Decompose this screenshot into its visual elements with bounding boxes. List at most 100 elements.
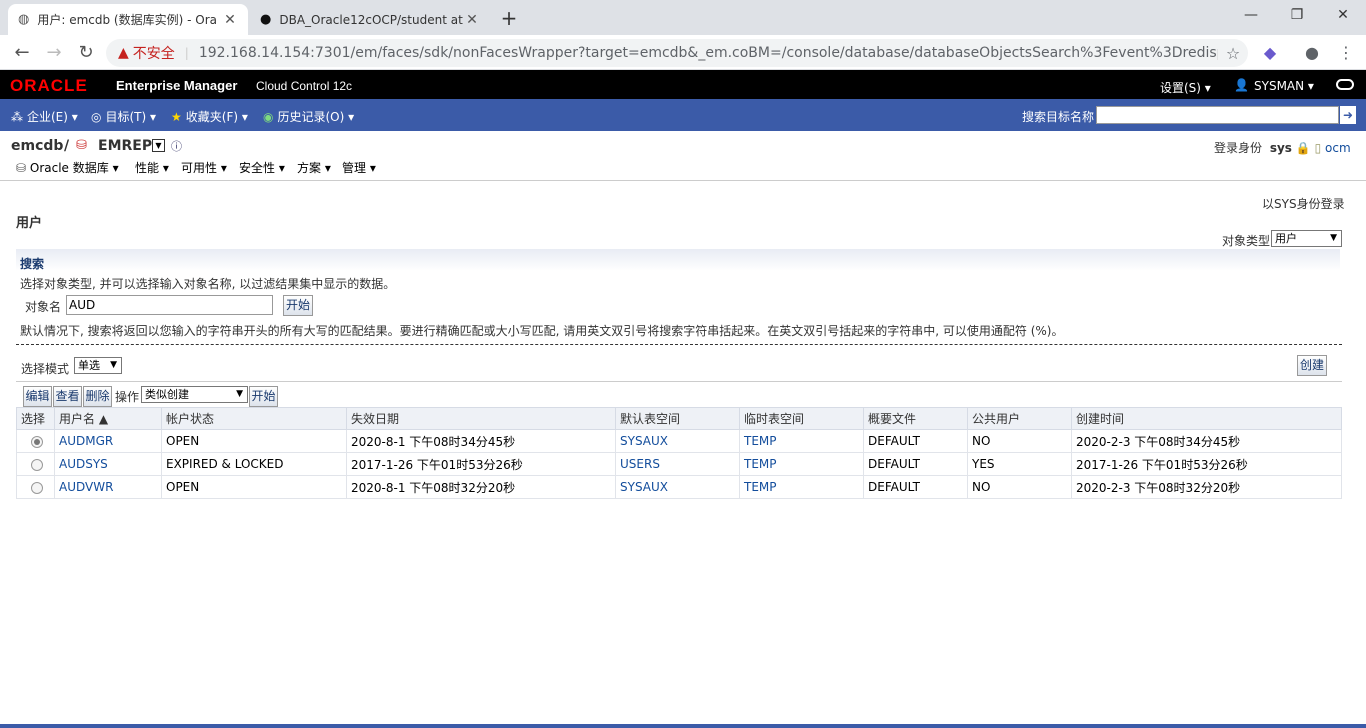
actions-value: 类似创建 [145, 388, 189, 401]
tab-github[interactable]: ● DBA_Oracle12cOCP/student at ✕ [250, 4, 490, 35]
url-text[interactable]: 192.168.14.154:7301/em/faces/sdk/nonFace… [199, 45, 1218, 61]
object-type-select[interactable]: 用户 ▼ [1271, 230, 1342, 247]
actions-go-button[interactable]: 开始 [249, 386, 278, 407]
search-go-icon[interactable]: ➜ [1340, 106, 1356, 124]
reload-icon[interactable]: ↻ [72, 39, 100, 67]
column-header-username[interactable]: 用户名 ▲ [54, 407, 162, 430]
nav-performance[interactable]: 性能 ▾ [135, 159, 169, 176]
host-icon: ▯ [1314, 141, 1322, 155]
profile-icon[interactable]: ● [1298, 39, 1326, 67]
nav-administration[interactable]: 管理 ▾ [342, 159, 376, 176]
create-button[interactable]: 创建 [1297, 355, 1327, 376]
lock-icon: 🔒 [1295, 141, 1311, 155]
search-hint: 选择对象类型, 并可以选择输入对象名称, 以过滤结果集中显示的数据。 [20, 277, 396, 291]
chevron-down-icon: ▼ [1330, 233, 1337, 243]
extension-icon[interactable]: ◆ [1256, 39, 1284, 67]
bookmark-star-icon[interactable]: ☆ [1218, 44, 1248, 63]
enterprise-icon: ⁂ [11, 109, 23, 124]
column-header-created[interactable]: 创建时间 [1071, 407, 1342, 430]
nav-availability[interactable]: 可用性 ▾ [181, 159, 227, 176]
oracle-logo[interactable]: ORACLE [10, 76, 88, 96]
column-header-status[interactable]: 帐户状态 [161, 407, 347, 430]
close-tab-icon[interactable]: ✕ [464, 12, 480, 28]
menu-targets[interactable]: ◎ 目标(T) ▾ [91, 108, 156, 125]
search-target-input[interactable] [1096, 106, 1339, 124]
search-go-button[interactable]: 开始 [283, 295, 313, 316]
created-cell: 2020-2-3 下午08时32分20秒 [1071, 475, 1342, 499]
tab-label: 用户: emcdb (数据库实例) - Ora [37, 13, 217, 27]
actions-label: 操作 [115, 390, 140, 404]
default-ts-link[interactable]: USERS [620, 457, 660, 471]
target-icon: ◎ [91, 109, 102, 124]
warning-icon: ▲ [118, 45, 129, 61]
forward-icon[interactable]: → [40, 39, 68, 67]
page-title: 用户 [16, 216, 43, 231]
user-menu[interactable]: SYSMAN ▾ [1254, 79, 1314, 93]
divider: | [184, 46, 189, 60]
default-ts-link[interactable]: SYSAUX [620, 434, 668, 448]
security-label[interactable]: 不安全 [133, 43, 175, 63]
login-as-sys-link[interactable]: 以SYS身份登录 [1262, 195, 1345, 212]
menu-favorites[interactable]: ★ 收藏夹(F) ▾ [171, 108, 248, 125]
column-header-common[interactable]: 公共用户 [967, 407, 1072, 430]
column-header-default-ts[interactable]: 默认表空间 [615, 407, 740, 430]
search-help-text: 默认情况下, 搜索将返回以您输入的字符串开头的所有大写的匹配结果。要进行精确匹配… [20, 324, 1064, 338]
more-menu-icon[interactable]: ⋮ [1332, 39, 1360, 67]
address-bar[interactable]: ▲ 不安全 | 192.168.14.154:7301/em/faces/sdk… [106, 39, 1248, 67]
username-link[interactable]: AUDVWR [59, 480, 113, 494]
common-cell: YES [967, 452, 1072, 476]
actions-select[interactable]: 类似创建 ▼ [141, 386, 248, 403]
menu-enterprise[interactable]: ⁂ 企业(E) ▾ [11, 108, 78, 125]
target-name[interactable]: emcdb [11, 138, 63, 154]
settings-menu[interactable]: 设置(S) ▾ [1160, 79, 1211, 96]
row-radio[interactable] [31, 481, 43, 494]
maximize-button[interactable]: ❐ [1274, 0, 1320, 30]
expiry-cell: 2017-1-26 下午01时53分26秒 [346, 452, 616, 476]
object-type-label: 对象类型 [1222, 234, 1271, 248]
row-radio[interactable] [31, 435, 43, 448]
delete-button[interactable]: 删除 [83, 386, 112, 407]
default-ts-link[interactable]: SYSAUX [620, 480, 668, 494]
object-name-input[interactable]: AUD [66, 295, 273, 315]
table-row: AUDVWR OPEN 2020-8-1 下午08时32分20秒 SYSAUX … [16, 475, 1342, 499]
back-icon[interactable]: ← [8, 39, 36, 67]
history-icon: ◉ [263, 109, 274, 124]
divider [16, 344, 1342, 345]
close-tab-icon[interactable]: ✕ [222, 12, 238, 28]
temp-ts-link[interactable]: TEMP [744, 434, 777, 448]
nav-schema[interactable]: 方案 ▾ [297, 159, 331, 176]
minimize-button[interactable]: — [1228, 0, 1274, 30]
edit-button[interactable]: 编辑 [23, 386, 52, 407]
info-icon[interactable]: ⓘ [171, 138, 182, 154]
profile-cell: DEFAULT [863, 429, 968, 453]
nav-security[interactable]: 安全性 ▾ [239, 159, 285, 176]
column-header-profile[interactable]: 概要文件 [863, 407, 968, 430]
view-button[interactable]: 查看 [53, 386, 82, 407]
menu-label: 企业(E) ▾ [27, 110, 78, 124]
expiry-cell: 2020-8-1 下午08时32分20秒 [346, 475, 616, 499]
login-prefix: 登录身份 [1214, 141, 1263, 155]
column-header-temp-ts[interactable]: 临时表空间 [739, 407, 864, 430]
host-link[interactable]: ocm [1325, 141, 1351, 155]
menu-history[interactable]: ◉ 历史记录(O) ▾ [263, 108, 354, 125]
target-sub-name[interactable]: EMREP [98, 138, 152, 154]
close-window-button[interactable]: ✕ [1320, 0, 1366, 30]
username-link[interactable]: AUDMGR [59, 434, 113, 448]
created-cell: 2020-2-3 下午08时34分45秒 [1071, 429, 1342, 453]
common-cell: NO [967, 429, 1072, 453]
username-link[interactable]: AUDSYS [59, 457, 108, 471]
status-cell: OPEN [161, 475, 347, 499]
row-radio[interactable] [31, 458, 43, 471]
temp-ts-link[interactable]: TEMP [744, 480, 777, 494]
new-tab-button[interactable]: + [496, 6, 522, 30]
column-header-expiry[interactable]: 失效日期 [346, 407, 616, 430]
menu-label: 历史记录(O) ▾ [277, 110, 355, 124]
tab-em-users[interactable]: ◍ 用户: emcdb (数据库实例) - Ora ✕ [8, 4, 248, 35]
menu-label: 收藏夹(F) ▾ [185, 110, 248, 124]
select-mode-select[interactable]: 单选 ▼ [74, 357, 122, 374]
logout-icon[interactable] [1336, 79, 1354, 90]
status-cell: OPEN [161, 429, 347, 453]
nav-oracle-db[interactable]: ⛁ Oracle 数据库 ▾ [16, 159, 119, 176]
target-dropdown-icon[interactable]: ▼ [152, 139, 165, 152]
temp-ts-link[interactable]: TEMP [744, 457, 777, 471]
